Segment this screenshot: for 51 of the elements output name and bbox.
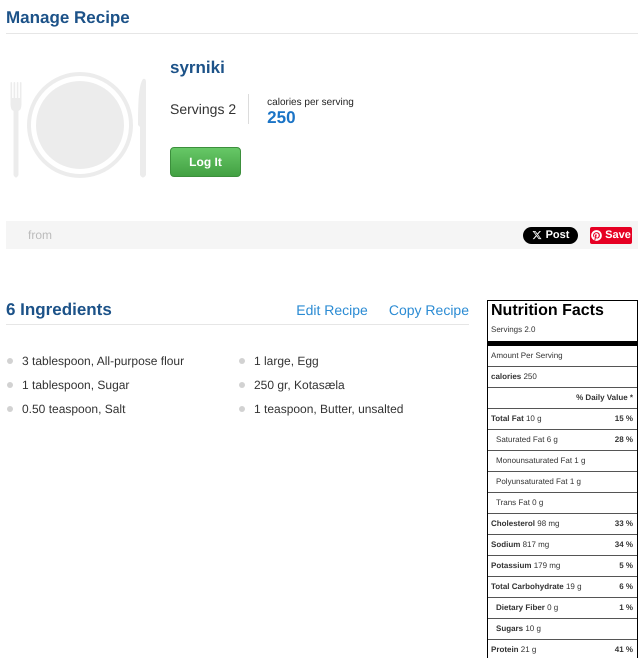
- x-logo-icon: [532, 230, 542, 240]
- nutrient-label: Saturated Fat 6 g: [496, 435, 558, 445]
- daily-value-percent: 34 %: [614, 540, 633, 550]
- daily-value-percent: 28 %: [614, 435, 633, 445]
- nutrient-label: Monounsaturated Fat 1 g: [496, 456, 586, 466]
- page-title: Manage Recipe: [6, 8, 130, 28]
- recipe-link[interactable]: Copy Recipe: [388, 302, 469, 318]
- daily-value-percent: 41 %: [614, 645, 633, 655]
- ingredient-text: 1 tablespoon, Sugar: [22, 377, 130, 393]
- bullet-icon: [239, 358, 245, 364]
- nutrient-label: Dietary Fiber 0 g: [496, 603, 558, 613]
- nutrient-label: Polyunsaturated Fat 1 g: [496, 477, 581, 487]
- ingredient-text: 1 teaspoon, Butter, unsalted: [254, 401, 404, 417]
- nutrient-label: Total Fat 10 g: [491, 414, 542, 424]
- post-button[interactable]: Post: [523, 226, 578, 244]
- nutrient-label: Total Carbohydrate 19 g: [491, 582, 582, 592]
- save-button[interactable]: Save: [590, 226, 632, 244]
- nutrient-label: Trans Fat 0 g: [496, 498, 544, 508]
- daily-value-percent: 1 %: [619, 603, 633, 613]
- daily-value-header: % Daily Value *: [576, 393, 633, 403]
- bullet-icon: [239, 382, 245, 388]
- calories-value: 250: [267, 109, 296, 127]
- source-label: from: [28, 228, 52, 242]
- ingredient-text: 3 tablespoon, All-purpose flour: [22, 353, 184, 369]
- ingredient-text: 0.50 teaspoon, Salt: [22, 401, 126, 417]
- calories-row-text: calories 250: [491, 372, 537, 382]
- p-circle-logo-icon: [591, 230, 602, 240]
- nutrient-label: Sodium 817 mg: [491, 540, 550, 550]
- ingredient-text: 1 large, Egg: [254, 353, 319, 369]
- daily-value-percent: 5 %: [619, 561, 633, 571]
- recipe-link[interactable]: Edit Recipe: [296, 302, 368, 318]
- calories-label: calories per serving: [267, 97, 354, 109]
- daily-value-percent: 33 %: [614, 519, 633, 529]
- nutrient-label: Potassium 179 mg: [491, 561, 560, 571]
- log-it-button[interactable]: Log It: [170, 147, 241, 177]
- daily-value-percent: 6 %: [619, 582, 633, 592]
- daily-value-percent: 15 %: [614, 414, 633, 424]
- nutrient-label: Protein 21 g: [491, 645, 536, 655]
- nutrient-label: Sugars 10 g: [496, 624, 541, 634]
- nutrition-servings: Servings 2.0: [491, 325, 536, 335]
- recipe-name: syrniki: [170, 58, 225, 78]
- bullet-icon: [7, 406, 13, 412]
- ingredients-title: 6 Ingredients: [6, 300, 112, 320]
- bullet-icon: [239, 406, 245, 412]
- nutrition-title: Nutrition Facts: [491, 301, 604, 321]
- servings-count: Servings 2: [170, 101, 236, 117]
- bullet-icon: [7, 382, 13, 388]
- amount-per-serving: Amount Per Serving: [491, 351, 563, 361]
- ingredient-text: 250 gr, Kotasæla: [254, 377, 345, 393]
- bullet-icon: [7, 358, 13, 364]
- nutrient-label: Cholesterol 98 mg: [491, 519, 560, 529]
